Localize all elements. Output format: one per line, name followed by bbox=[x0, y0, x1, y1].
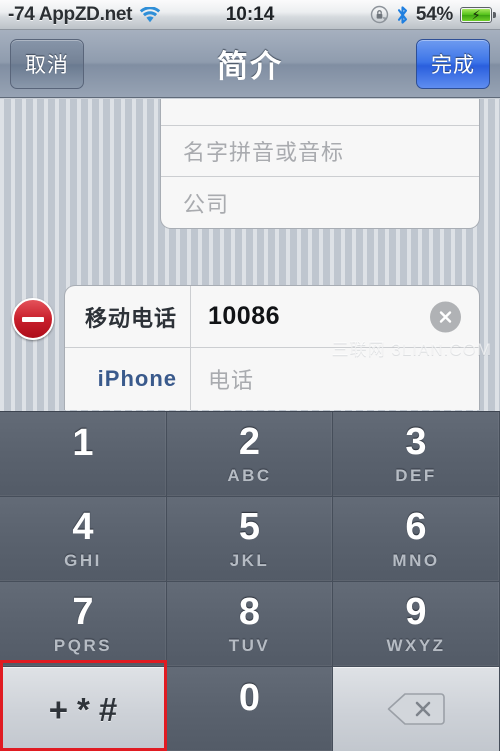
key-7-digit: 7 bbox=[72, 590, 94, 633]
key-plus-star-hash[interactable]: +*# bbox=[0, 667, 167, 751]
done-button[interactable]: 完成 bbox=[416, 38, 490, 89]
field-row-name-phonetic[interactable]: 名字拼音或音标 bbox=[161, 126, 479, 177]
contact-form-scroll-area: 名字拼音或音标 公司 移动电话 10086 iPhone 电话 三联网 3LIA… bbox=[0, 99, 500, 411]
key-8-digit: 8 bbox=[238, 590, 261, 633]
name-phonetic-input[interactable]: 名字拼音或音标 bbox=[161, 135, 344, 167]
rotation-lock-icon bbox=[370, 5, 389, 24]
key-7[interactable]: 7 PQRS bbox=[0, 582, 167, 667]
key-1[interactable]: 1 bbox=[0, 412, 167, 497]
carrier-label: -74 AppZD.net bbox=[8, 3, 133, 25]
mobile-phone-label[interactable]: 移动电话 bbox=[65, 286, 191, 347]
backspace-icon[interactable] bbox=[333, 667, 500, 751]
key-2[interactable]: 2 ABC bbox=[167, 412, 333, 497]
key-5-digit: 5 bbox=[238, 505, 261, 548]
bluetooth-icon bbox=[396, 5, 409, 25]
key-4-letters: GHI bbox=[64, 550, 102, 570]
key-6-digit: 6 bbox=[405, 505, 427, 548]
status-bar-left: -74 AppZD.net bbox=[8, 4, 226, 26]
field-row-mobile-phone[interactable]: 移动电话 10086 bbox=[65, 286, 479, 348]
key-9-digit: 9 bbox=[405, 590, 427, 633]
key-9[interactable]: 9 WXYZ bbox=[333, 582, 500, 667]
field-row-partial[interactable] bbox=[161, 99, 479, 126]
key-5-letters: JKL bbox=[229, 550, 270, 570]
page-title: 简介 bbox=[217, 49, 283, 84]
wifi-icon bbox=[139, 6, 161, 23]
key-1-digit: 1 bbox=[72, 422, 94, 464]
iphone-input[interactable]: 电话 bbox=[191, 348, 479, 410]
iphone-screen: -74 AppZD.net 10:14 54% ⚡ 取消 简介 完成 名字拼音或… bbox=[0, 0, 500, 751]
key-0-digit: 0 bbox=[238, 677, 261, 719]
minus-circle-icon[interactable] bbox=[12, 298, 54, 340]
key-8[interactable]: 8 TUV bbox=[167, 582, 333, 667]
field-row-iphone[interactable]: iPhone 电话 bbox=[65, 348, 479, 410]
key-0[interactable]: 0 bbox=[167, 667, 333, 751]
field-row-company[interactable]: 公司 bbox=[161, 177, 479, 228]
battery-percent-label: 54% bbox=[415, 3, 454, 25]
key-3-digit: 3 bbox=[405, 420, 427, 463]
key-7-letters: PQRS bbox=[53, 635, 113, 655]
key-4[interactable]: 4 GHI bbox=[0, 497, 167, 582]
status-bar-center: 10:14 bbox=[226, 4, 275, 26]
key-6-letters: MNO bbox=[392, 550, 440, 570]
key-2-letters: ABC bbox=[227, 465, 272, 485]
clock-label: 10:14 bbox=[225, 3, 275, 25]
key-5[interactable]: 5 JKL bbox=[167, 497, 333, 582]
key-plus-star-hash-label: +*# bbox=[48, 690, 127, 728]
status-bar-right: 54% ⚡ bbox=[274, 3, 496, 26]
key-6[interactable]: 6 MNO bbox=[333, 497, 500, 582]
name-field-group: 名字拼音或音标 公司 bbox=[160, 99, 480, 229]
key-2-digit: 2 bbox=[238, 420, 261, 463]
battery-charging-icon: ⚡ bbox=[460, 6, 496, 23]
phone-field-group: 移动电话 10086 iPhone 电话 bbox=[64, 285, 480, 410]
key-3-letters: DEF bbox=[395, 465, 437, 485]
key-8-letters: TUV bbox=[228, 635, 271, 655]
cancel-button[interactable]: 取消 bbox=[10, 38, 84, 89]
clear-circle-icon[interactable] bbox=[430, 301, 461, 332]
key-3[interactable]: 3 DEF bbox=[333, 412, 500, 497]
company-input[interactable]: 公司 bbox=[161, 187, 229, 219]
status-bar: -74 AppZD.net 10:14 54% ⚡ bbox=[0, 0, 500, 30]
minus-glyph bbox=[22, 316, 44, 322]
key-9-letters: WXYZ bbox=[386, 635, 446, 655]
numeric-keypad: 1 2 ABC 3 DEF 4 GHI 5 JKL 6 MNO 7 PQRS 8 bbox=[0, 411, 500, 751]
key-4-digit: 4 bbox=[72, 505, 94, 548]
iphone-label[interactable]: iPhone bbox=[65, 348, 191, 410]
navigation-bar: 取消 简介 完成 bbox=[0, 30, 500, 98]
